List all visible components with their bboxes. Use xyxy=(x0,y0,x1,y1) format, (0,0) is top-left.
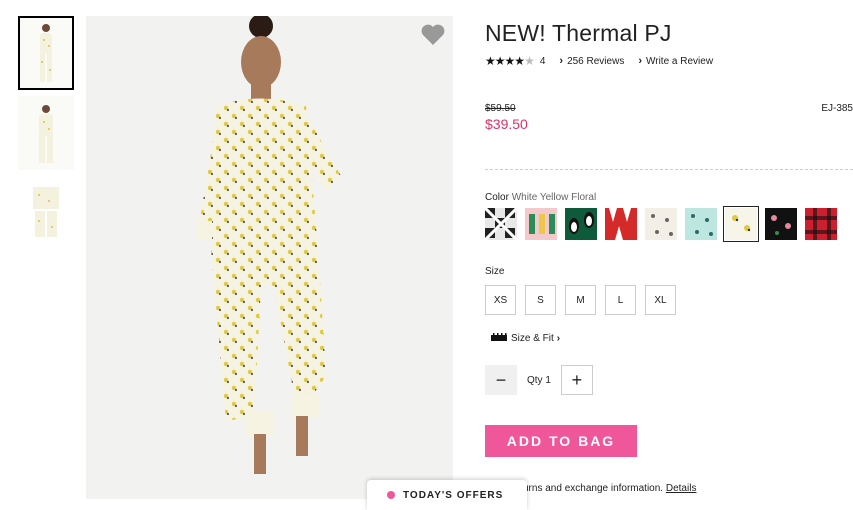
swatch-nutcracker-pink[interactable] xyxy=(525,208,557,240)
chevron-right-icon: › xyxy=(556,333,561,344)
size-xs-button[interactable]: XS xyxy=(485,285,516,315)
chevron-right-icon: › xyxy=(559,55,564,67)
size-fit-link[interactable]: Size & Fit › xyxy=(491,333,560,344)
size-fit-label: Size & Fit xyxy=(511,333,554,344)
rating-row: ★★★★★ 4 › 256 Reviews › Write a Review xyxy=(485,54,727,68)
divider xyxy=(485,169,853,170)
star-icon: ★ xyxy=(514,54,525,68)
swatch-cream-print[interactable] xyxy=(645,208,677,240)
details-link[interactable]: Details xyxy=(666,483,697,494)
swatch-mint-print[interactable] xyxy=(685,208,717,240)
qty-label: Qty 1 xyxy=(527,374,551,386)
size-m-button[interactable]: M xyxy=(565,285,596,315)
plus-icon[interactable]: + xyxy=(560,365,593,395)
returns-info: urns and exchange information. Details xyxy=(523,483,696,494)
todays-offers-tab[interactable]: TODAY'S OFFERS xyxy=(367,480,527,510)
swatch-penguin-green[interactable] xyxy=(565,208,597,240)
chevron-right-icon: › xyxy=(638,55,642,67)
reviews-link[interactable]: 256 Reviews xyxy=(567,56,624,67)
offer-dot-icon xyxy=(387,491,395,499)
color-value: White Yellow Floral xyxy=(511,192,597,203)
rating-count: 4 xyxy=(539,55,546,67)
star-icon: ★ xyxy=(485,54,496,68)
thumbnail-1[interactable] xyxy=(18,16,74,90)
color-label-text: Color xyxy=(485,192,509,203)
minus-icon[interactable]: − xyxy=(485,365,517,395)
star-icon: ★ xyxy=(504,54,516,68)
product-image xyxy=(86,16,453,499)
star-icon: ★ xyxy=(494,54,506,68)
returns-text: urns and exchange information. xyxy=(523,483,664,494)
model-photo xyxy=(198,16,341,474)
add-to-bag-button[interactable]: ADD TO BAG xyxy=(485,425,637,457)
swatch-buffalo-check-white[interactable] xyxy=(485,208,517,240)
thumbnail-2[interactable] xyxy=(18,96,74,170)
product-title: NEW! Thermal PJ xyxy=(485,20,672,46)
star-icon: ★ xyxy=(524,54,535,68)
size-s-button[interactable]: S xyxy=(525,285,556,315)
color-label: Color White Yellow Floral xyxy=(485,192,596,203)
ruler-icon xyxy=(491,333,507,344)
quantity-stepper: − Qty 1 + xyxy=(485,365,593,395)
size-label: Size xyxy=(485,266,505,277)
original-price: $59.50 xyxy=(485,103,516,114)
star-rating: ★★★★★ xyxy=(485,54,535,68)
sale-price: $39.50 xyxy=(485,116,528,132)
size-options: XS S M L XL xyxy=(485,285,685,315)
swatch-black-floral[interactable] xyxy=(765,208,797,240)
thumbnail-list xyxy=(18,16,76,256)
color-swatches xyxy=(485,206,845,242)
size-xl-button[interactable]: XL xyxy=(645,285,676,315)
thumbnail-3[interactable] xyxy=(18,176,74,250)
heart-icon[interactable] xyxy=(421,24,445,51)
product-info: NEW! Thermal PJ ★★★★★ 4 › 256 Reviews › … xyxy=(485,0,853,499)
sku-code: EJ-385 xyxy=(821,103,853,114)
swatch-white-yellow-floral[interactable] xyxy=(723,206,759,242)
swatch-red-plaid[interactable] xyxy=(805,208,837,240)
write-review-link[interactable]: Write a Review xyxy=(646,56,713,67)
swatch-red-white-pattern[interactable] xyxy=(605,208,637,240)
size-l-button[interactable]: L xyxy=(605,285,636,315)
